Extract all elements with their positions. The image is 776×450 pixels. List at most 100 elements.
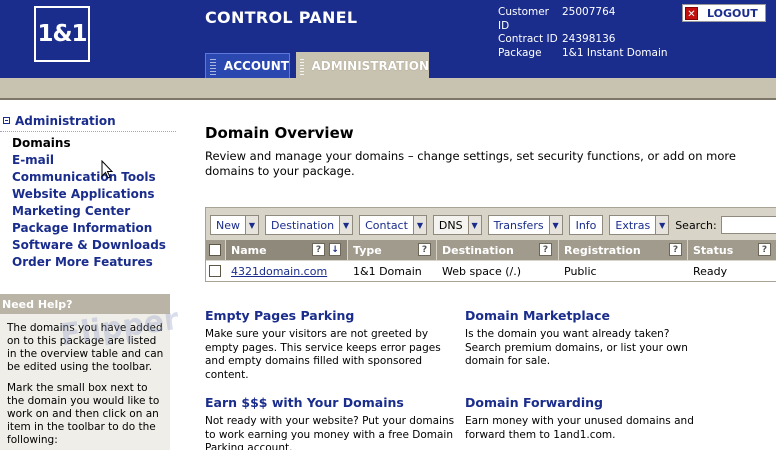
tab-grip-icon: [210, 57, 216, 75]
search-input[interactable]: [720, 216, 776, 234]
account-label: Package: [498, 46, 542, 59]
account-label: Customer ID: [498, 6, 550, 32]
contact-button[interactable]: Contact ▼: [359, 215, 427, 235]
dropdown-arrow-icon[interactable]: ▼: [339, 216, 353, 234]
column-header-destination[interactable]: Destination ?: [437, 240, 559, 260]
button-label: Transfers: [493, 218, 544, 232]
sidebar-item-email[interactable]: E-mail: [12, 152, 166, 169]
dropdown-arrow-icon[interactable]: ▼: [412, 216, 426, 234]
page-heading-control-panel: CONTROL PANEL: [205, 8, 358, 27]
sidebar-item-software-downloads[interactable]: Software & Downloads: [12, 237, 166, 254]
cursor-arrow-icon: [101, 160, 114, 179]
dns-button[interactable]: DNS ▼: [432, 215, 482, 235]
feature-text: Not ready with your website? Put your do…: [205, 415, 455, 450]
column-header-registration[interactable]: Registration ?: [559, 240, 688, 260]
sidebar-item-marketing-center[interactable]: Marketing Center: [12, 203, 166, 220]
sidebar-item-domains[interactable]: Domains: [12, 135, 166, 152]
tab-account[interactable]: ACCOUNT: [205, 53, 290, 78]
header-bar: 1&1 CONTROL PANEL Customer ID 25007764 C…: [0, 0, 776, 79]
page-description: Review and manage your domains – change …: [205, 149, 736, 178]
new-button[interactable]: New ▼: [210, 215, 259, 235]
account-row-customer-id: Customer ID 25007764: [498, 6, 668, 33]
sidebar-heading[interactable]: Administration: [0, 110, 176, 132]
feature-title-link[interactable]: Earn $$$ with Your Domains: [205, 395, 455, 410]
feature-text: Is the domain you want already taken? Se…: [465, 328, 688, 367]
domain-link[interactable]: 4321domain.com: [231, 265, 327, 278]
column-header-status[interactable]: Status ?: [688, 240, 776, 260]
brand-logo[interactable]: 1&1: [34, 6, 90, 62]
sidebar-heading-label: Administration: [15, 113, 116, 128]
account-value: 1&1 Instant Domain: [562, 46, 668, 59]
main-content: Domain Overview Review and manage your d…: [176, 104, 776, 450]
dropdown-arrow-icon[interactable]: ▼: [655, 216, 669, 234]
help-box: Need Help? The domains you have added on…: [0, 294, 170, 450]
cell-registration: Public: [564, 264, 597, 278]
help-paragraph: The domains you have added on to this pa…: [7, 322, 164, 373]
page-title: Domain Overview: [205, 124, 354, 142]
collapse-icon[interactable]: [3, 117, 10, 124]
tab-administration[interactable]: ADMINISTRATION: [296, 52, 429, 79]
column-header-type[interactable]: Type ?: [348, 240, 437, 260]
sidebar-item-website-applications[interactable]: Website Applications: [12, 186, 166, 203]
help-icon[interactable]: ?: [758, 243, 771, 256]
feature-text: Make sure your visitors are not greeted …: [205, 328, 441, 381]
column-label: Name: [231, 243, 267, 257]
feature-earn-with-domains: Earn $$$ with Your Domains Not ready wit…: [205, 395, 455, 450]
account-info: Customer ID 25007764 Contract ID 2439813…: [498, 6, 668, 60]
feature-title-link[interactable]: Domain Forwarding: [465, 395, 705, 410]
search-label: Search:: [675, 218, 717, 232]
sidebar-item-package-information[interactable]: Package Information: [12, 220, 166, 237]
destination-button[interactable]: Destination ▼: [265, 215, 354, 235]
table-row: 4321domain.com 1&1 Domain Web space (/.)…: [206, 261, 776, 281]
feature-domain-forwarding: Domain Forwarding Earn money with your u…: [465, 395, 705, 442]
subnav-bar: [0, 78, 776, 100]
tab-label: ADMINISTRATION: [311, 58, 429, 73]
help-text: The domains you have added on to this pa…: [0, 314, 170, 447]
domain-table: New ▼ Destination ▼ Contact ▼ DNS ▼ Tran…: [205, 207, 776, 282]
feature-title-link[interactable]: Domain Marketplace: [465, 308, 705, 323]
sidebar-item-communication-tools[interactable]: Communication Tools: [12, 169, 166, 186]
select-all-checkbox[interactable]: [209, 244, 221, 256]
help-paragraph: Mark the small box next to the domain yo…: [7, 382, 160, 446]
cell-status: Ready: [693, 264, 728, 278]
help-heading: Need Help?: [0, 294, 170, 314]
account-label: Contract ID: [498, 33, 558, 45]
table-toolbar: New ▼ Destination ▼ Contact ▼ DNS ▼ Tran…: [210, 215, 776, 235]
transfers-button[interactable]: Transfers ▼: [487, 215, 563, 235]
table-header: Name ? ↓ Type ? Destination ? Registrati…: [206, 240, 776, 260]
sidebar: Administration Domains E-mail Communicat…: [0, 104, 181, 450]
help-icon[interactable]: ?: [418, 243, 431, 256]
cell-type: 1&1 Domain: [353, 264, 422, 278]
column-label: Registration: [564, 243, 641, 257]
column-label: Destination: [442, 243, 514, 257]
dropdown-arrow-icon[interactable]: ▼: [245, 216, 258, 234]
feature-title-link[interactable]: Empty Pages Parking: [205, 308, 455, 323]
tab-grip-icon: [300, 56, 304, 75]
dropdown-arrow-icon[interactable]: ▼: [548, 216, 562, 234]
account-value: 25007764: [562, 6, 616, 18]
help-icon[interactable]: ?: [669, 243, 682, 256]
help-icon[interactable]: ?: [312, 243, 325, 256]
logout-button[interactable]: ✕ LOGOUT: [682, 4, 766, 22]
tab-label: ACCOUNT: [223, 59, 289, 73]
button-label: Extras: [615, 218, 651, 232]
feature-text: Earn money with your unused domains and …: [465, 415, 694, 441]
row-checkbox[interactable]: [209, 265, 221, 277]
feature-domain-marketplace: Domain Marketplace Is the domain you wan…: [465, 308, 705, 369]
logout-label: LOGOUT: [707, 6, 758, 20]
extras-button[interactable]: Extras ▼: [609, 215, 670, 235]
button-label: Info: [575, 218, 597, 232]
account-row-package: Package 1&1 Instant Domain: [498, 47, 668, 61]
sort-descending-icon[interactable]: ↓: [329, 243, 341, 256]
cell-destination: Web space (/.): [442, 264, 522, 278]
column-label: Type: [353, 243, 382, 257]
button-label: Destination: [271, 218, 335, 232]
row-select-cell: [206, 265, 226, 277]
info-button[interactable]: Info: [568, 215, 604, 235]
dropdown-arrow-icon[interactable]: ▼: [467, 216, 481, 234]
sidebar-item-order-more-features[interactable]: Order More Features: [12, 254, 166, 271]
close-icon: ✕: [685, 6, 698, 20]
help-icon[interactable]: ?: [539, 243, 552, 256]
header-select-all: [206, 240, 226, 260]
column-header-name[interactable]: Name ? ↓: [226, 240, 348, 260]
